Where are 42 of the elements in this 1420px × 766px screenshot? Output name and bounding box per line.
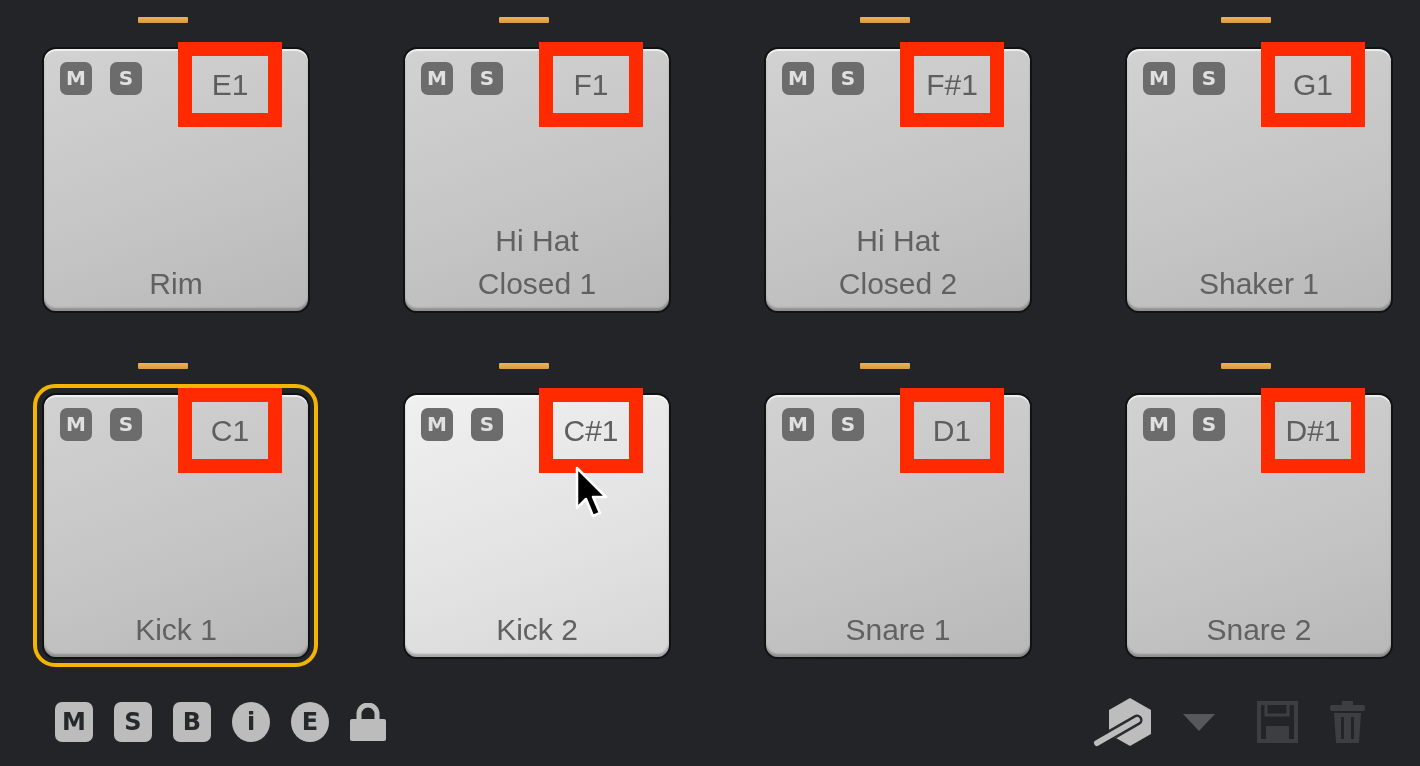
solo-button[interactable]: S bbox=[832, 408, 864, 441]
mute-button[interactable]: M bbox=[1143, 62, 1175, 95]
mute-button[interactable]: M bbox=[421, 62, 453, 95]
mute-button[interactable]: M bbox=[60, 408, 92, 441]
mute-button[interactable]: M bbox=[1143, 408, 1175, 441]
lock-icon[interactable] bbox=[350, 703, 386, 741]
toolbar-button[interactable]: M bbox=[55, 702, 93, 742]
note-label: F1 bbox=[573, 66, 609, 103]
activity-indicator-icon bbox=[138, 17, 188, 23]
note-label: D#1 bbox=[1285, 412, 1341, 449]
toolbar-button[interactable]: B bbox=[173, 702, 211, 742]
solo-button[interactable]: S bbox=[1193, 408, 1225, 441]
cursor-icon bbox=[575, 466, 609, 520]
solo-button[interactable]: S bbox=[110, 62, 142, 95]
activity-indicator-icon bbox=[1221, 17, 1271, 23]
activity-indicator-icon bbox=[860, 17, 910, 23]
note-label: E1 bbox=[211, 66, 249, 103]
toolbar-button[interactable]: E bbox=[291, 702, 329, 742]
caret-icon[interactable] bbox=[1183, 713, 1215, 731]
mute-button[interactable]: M bbox=[782, 62, 814, 95]
solo-button[interactable]: S bbox=[471, 62, 503, 95]
solo-button[interactable]: S bbox=[110, 408, 142, 441]
activity-indicator-icon bbox=[860, 363, 910, 369]
toolbar-button[interactable]: S bbox=[114, 702, 152, 742]
activity-indicator-icon bbox=[138, 363, 188, 369]
note-label: G1 bbox=[1293, 66, 1333, 103]
hexagon-logo-icon[interactable] bbox=[1093, 696, 1153, 748]
note-label: C#1 bbox=[563, 412, 619, 449]
toolbar-button[interactable]: i bbox=[232, 702, 270, 742]
mute-button[interactable]: M bbox=[421, 408, 453, 441]
note-label: F#1 bbox=[926, 66, 978, 103]
note-label: C1 bbox=[210, 412, 250, 449]
activity-indicator-icon bbox=[1221, 363, 1271, 369]
activity-indicator-icon bbox=[499, 17, 549, 23]
activity-indicator-icon bbox=[499, 363, 549, 369]
solo-button[interactable]: S bbox=[471, 408, 503, 441]
mute-button[interactable]: M bbox=[60, 62, 92, 95]
note-label: D1 bbox=[932, 412, 972, 449]
solo-button[interactable]: S bbox=[1193, 62, 1225, 95]
solo-button[interactable]: S bbox=[832, 62, 864, 95]
mute-button[interactable]: M bbox=[782, 408, 814, 441]
pad-name: Rim bbox=[148, 266, 204, 302]
